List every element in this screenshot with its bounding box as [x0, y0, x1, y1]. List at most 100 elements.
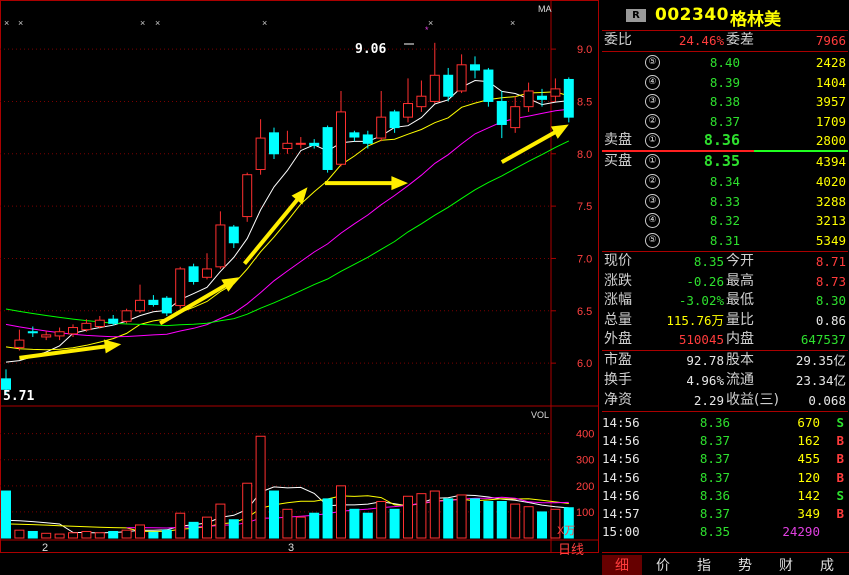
candle-body[interactable]: [510, 106, 521, 129]
volume-bar[interactable]: [483, 500, 494, 539]
candle-body[interactable]: [295, 142, 306, 145]
volume-bar[interactable]: [510, 503, 521, 539]
candle-body[interactable]: [255, 137, 266, 170]
tab-0[interactable]: 细: [602, 555, 642, 575]
volume-bar[interactable]: [309, 512, 320, 539]
tab-2[interactable]: 指: [684, 555, 724, 575]
bid-row[interactable]: 买盘 ① 8.35 4394: [602, 152, 848, 171]
candle-body[interactable]: [68, 327, 78, 335]
candle-body[interactable]: [362, 134, 373, 144]
tick-row[interactable]: 15:00 8.35 24290: [602, 523, 848, 541]
volume-bar[interactable]: [470, 498, 480, 539]
event-marker-icon[interactable]: *: [425, 25, 429, 35]
candle-body[interactable]: [429, 74, 440, 102]
candle-body[interactable]: [456, 64, 467, 92]
candle-body[interactable]: [349, 132, 360, 138]
candle-body[interactable]: [403, 103, 413, 118]
event-marker-icon[interactable]: ×: [262, 18, 267, 28]
tab-3[interactable]: 势: [725, 555, 765, 575]
tab-5[interactable]: 成: [807, 555, 847, 575]
candle-body[interactable]: [242, 174, 253, 218]
volume-bar[interactable]: [242, 482, 253, 539]
candle-body[interactable]: [550, 88, 561, 97]
candle-body[interactable]: [175, 268, 186, 307]
volume-bar[interactable]: [215, 503, 226, 539]
volume-bar[interactable]: [202, 516, 212, 539]
candle-body[interactable]: [282, 142, 293, 150]
volume-bar[interactable]: [94, 532, 105, 539]
ask-row[interactable]: ④ 8.39 1404: [602, 73, 848, 92]
candle-body[interactable]: [121, 310, 132, 322]
candle-body[interactable]: [108, 318, 119, 324]
candle-body[interactable]: [523, 90, 534, 108]
candle-body[interactable]: [202, 268, 212, 278]
candle-body[interactable]: [228, 226, 239, 244]
candle-body[interactable]: [336, 111, 346, 165]
volume-bar[interactable]: [496, 500, 507, 539]
volume-bar[interactable]: [537, 511, 547, 539]
volume-bar[interactable]: [68, 532, 78, 539]
volume-bar[interactable]: [429, 490, 440, 539]
bid-row[interactable]: ④ 8.32 3213: [602, 211, 848, 230]
volume-bar[interactable]: [443, 498, 454, 539]
kline-chart[interactable]: 6.0 6.5 7.0 7.5 8.0 8.5 9.0 100 200 300 400 MA VOL X万…: [0, 0, 600, 574]
ask-row[interactable]: 卖盘 ① 8.36 2800: [602, 131, 848, 150]
period-label[interactable]: 日线: [558, 542, 584, 557]
event-marker-icon[interactable]: ×: [510, 18, 515, 28]
volume-bar[interactable]: [295, 516, 306, 539]
tick-row[interactable]: 14:57 8.37 349 B: [602, 505, 848, 523]
candle-body[interactable]: [94, 319, 105, 327]
tab-4[interactable]: 财: [766, 555, 806, 575]
volume-bar[interactable]: [121, 529, 132, 539]
volume-bar[interactable]: [389, 508, 400, 539]
candle-body[interactable]: [215, 224, 226, 268]
candle-body[interactable]: [269, 132, 279, 155]
candle-body[interactable]: [389, 111, 400, 129]
candle-body[interactable]: [188, 266, 199, 282]
volume-bar[interactable]: [255, 435, 266, 539]
volume-bar[interactable]: [456, 494, 467, 539]
volume-bar[interactable]: [282, 508, 293, 539]
volume-bar[interactable]: [376, 500, 387, 539]
tick-row[interactable]: 14:56 8.36 142 S: [602, 487, 848, 505]
candle-body[interactable]: [496, 100, 507, 125]
volume-bar[interactable]: [228, 519, 239, 539]
volume-bar[interactable]: [349, 508, 360, 539]
candle-body[interactable]: [416, 95, 427, 108]
candle-body[interactable]: [470, 64, 480, 71]
candle-body[interactable]: [309, 142, 320, 146]
volume-bar[interactable]: [27, 530, 38, 539]
volume-bar[interactable]: [81, 530, 92, 539]
ask-row[interactable]: ③ 8.38 3957: [602, 92, 848, 111]
candle-body[interactable]: [41, 334, 52, 338]
candle-body[interactable]: [14, 339, 25, 348]
candle-body[interactable]: [443, 74, 454, 97]
candle-body[interactable]: [1, 378, 11, 390]
event-marker-icon[interactable]: ×: [428, 18, 433, 28]
volume-bar[interactable]: [1, 490, 11, 539]
event-marker-icon[interactable]: ×: [4, 18, 9, 28]
volume-bar[interactable]: [41, 532, 52, 539]
candle-body[interactable]: [148, 299, 159, 306]
ask-row[interactable]: ② 8.37 1709: [602, 112, 848, 131]
candle-body[interactable]: [563, 78, 574, 118]
volume-bar[interactable]: [14, 529, 25, 539]
tick-row[interactable]: 14:56 8.37 162 B: [602, 432, 848, 450]
candle-body[interactable]: [322, 127, 333, 170]
volume-bar[interactable]: [148, 531, 159, 539]
event-marker-icon[interactable]: ×: [140, 18, 145, 28]
candle-body[interactable]: [483, 69, 494, 102]
candle-body[interactable]: [161, 297, 172, 314]
event-marker-icon[interactable]: ×: [155, 18, 160, 28]
candle-body[interactable]: [54, 331, 65, 337]
volume-bar[interactable]: [322, 498, 333, 539]
candle-body[interactable]: [81, 322, 92, 331]
bid-row[interactable]: ③ 8.33 3288: [602, 192, 848, 211]
tick-row[interactable]: 14:56 8.37 455 B: [602, 450, 848, 468]
volume-bar[interactable]: [523, 506, 534, 539]
volume-bar[interactable]: [362, 512, 373, 539]
candle-body[interactable]: [27, 331, 38, 334]
bid-row[interactable]: ② 8.34 4020: [602, 172, 848, 191]
tab-1[interactable]: 价: [643, 555, 683, 575]
volume-bar[interactable]: [188, 521, 199, 539]
